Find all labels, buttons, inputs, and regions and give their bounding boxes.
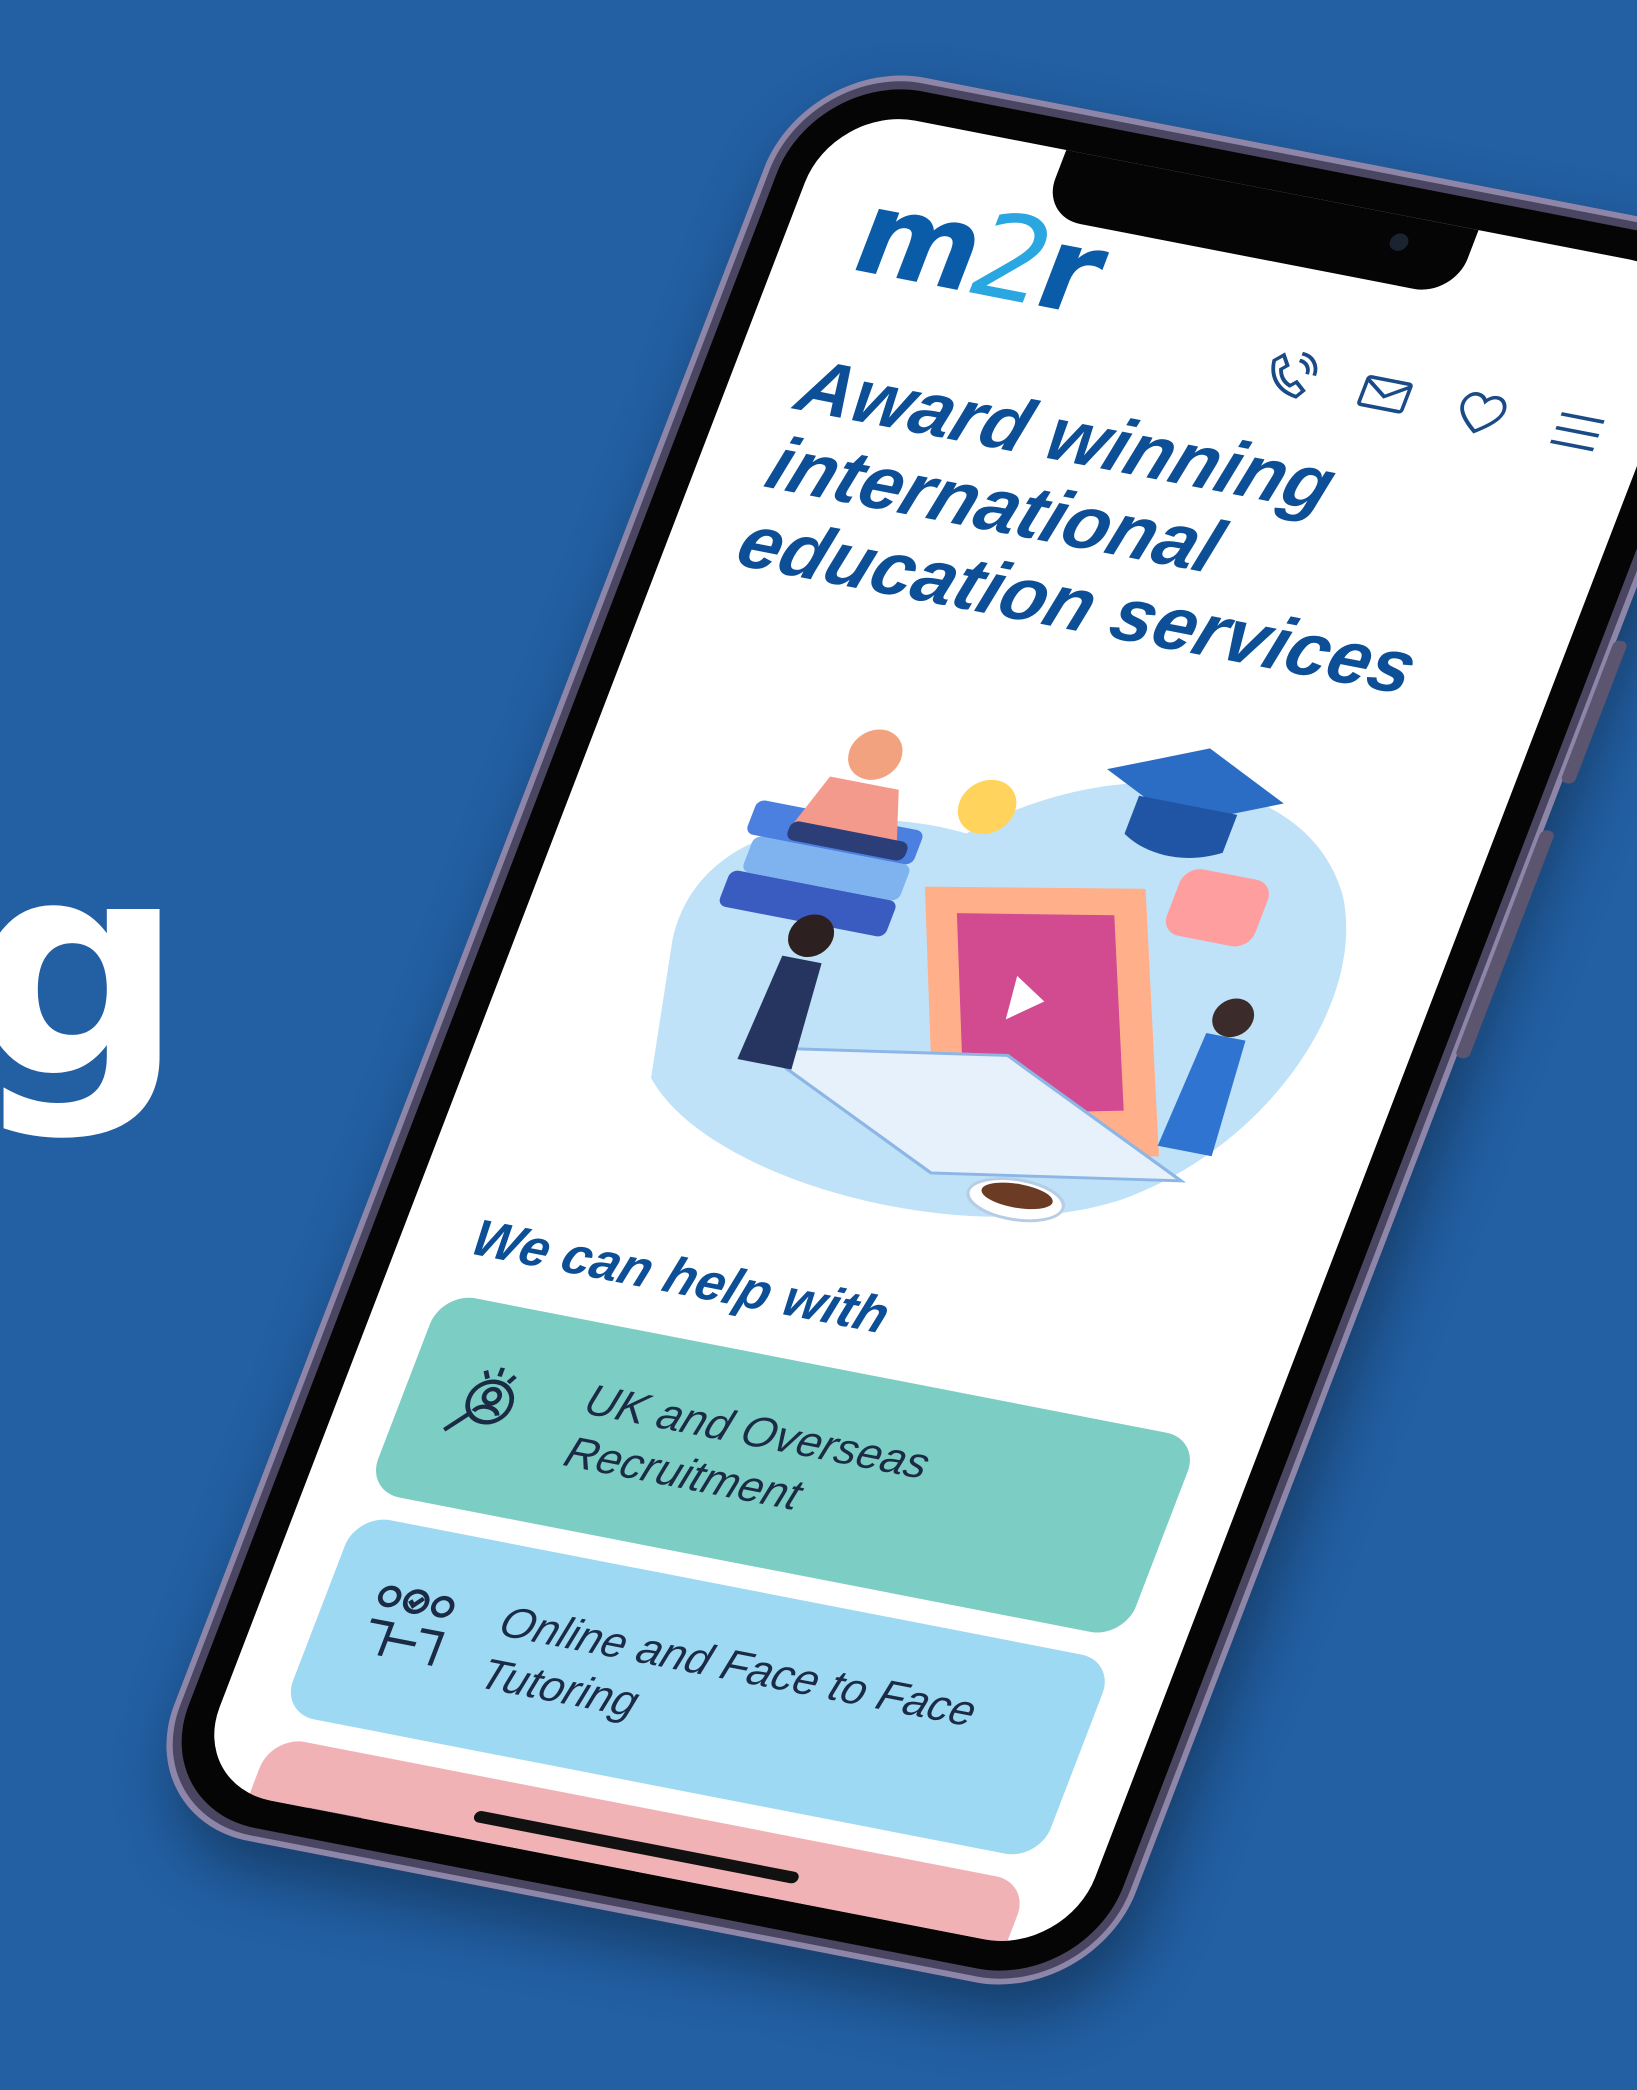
service-label: Online and Face to Face Tutoring bbox=[472, 1597, 984, 1736]
mail-icon[interactable] bbox=[1346, 361, 1424, 427]
phone-mockup: m2r Award winning international educatio… bbox=[130, 54, 1637, 2006]
phone-icon[interactable] bbox=[1250, 343, 1328, 409]
heart-icon[interactable] bbox=[1442, 380, 1520, 446]
recruitment-icon bbox=[426, 1354, 555, 1463]
phone-screen: m2r Award winning international educatio… bbox=[189, 104, 1637, 1956]
menu-icon[interactable] bbox=[1538, 399, 1616, 465]
service-label: UK and Overseas Recruitment bbox=[557, 1375, 937, 1520]
tutoring-icon bbox=[341, 1575, 470, 1684]
hero-illustration bbox=[496, 611, 1460, 1325]
background-glyph: g bbox=[0, 795, 185, 1144]
